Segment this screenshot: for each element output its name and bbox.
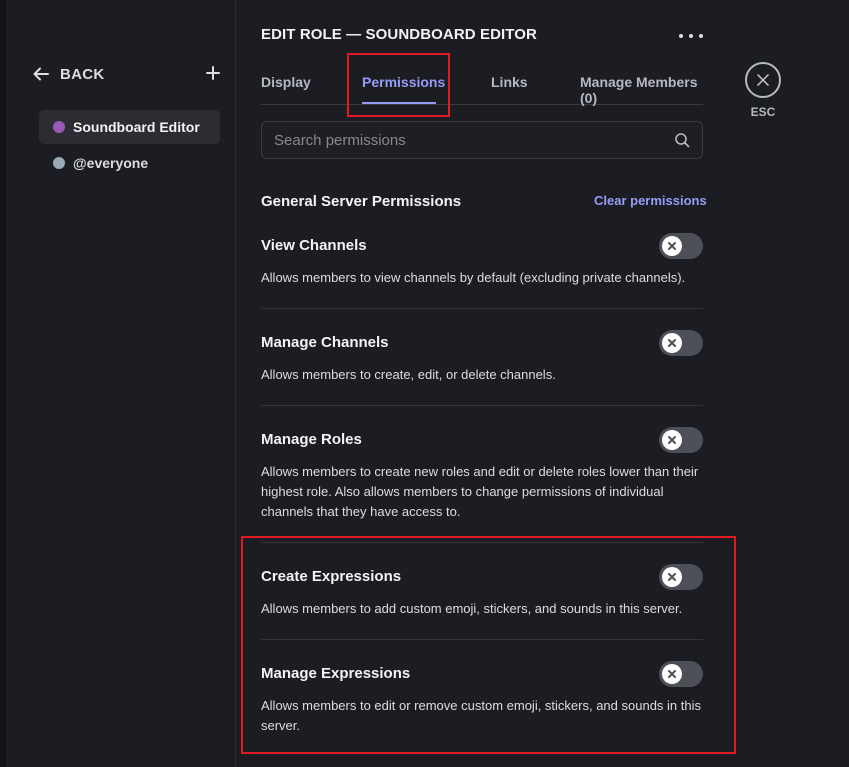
permission-name: Manage Expressions	[261, 665, 411, 682]
permission-name: Manage Roles	[261, 431, 362, 448]
toggle-knob	[662, 236, 682, 256]
search-icon[interactable]	[674, 132, 690, 148]
permission-toggle[interactable]	[659, 330, 703, 356]
toggle-knob	[662, 567, 682, 587]
role-color-dot	[53, 121, 65, 133]
x-icon	[668, 670, 676, 678]
clear-permissions-link[interactable]: Clear permissions	[594, 193, 707, 208]
arrow-left-icon	[33, 67, 49, 81]
role-label: Soundboard Editor	[73, 119, 200, 135]
plus-icon[interactable]	[204, 64, 222, 82]
toggle-knob	[662, 430, 682, 450]
role-item-soundboard-editor[interactable]: Soundboard Editor	[39, 110, 220, 144]
search-box	[261, 121, 703, 159]
permission-toggle[interactable]	[659, 427, 703, 453]
page-title: EDIT ROLE — SOUNDBOARD EDITOR	[261, 26, 537, 43]
permission-name: Manage Channels	[261, 334, 389, 351]
active-tab-indicator	[362, 102, 436, 104]
esc-label: ESC	[750, 105, 776, 119]
x-icon	[668, 242, 676, 250]
divider	[261, 639, 703, 640]
search-input[interactable]	[274, 122, 654, 158]
sidebar: BACK Soundboard Editor @everyone	[6, 0, 236, 767]
tab-permissions[interactable]: Permissions	[362, 74, 445, 90]
tab-links[interactable]: Links	[491, 74, 528, 90]
x-icon	[668, 573, 676, 581]
role-label: @everyone	[73, 155, 149, 171]
toggle-knob	[662, 664, 682, 684]
section-title: General Server Permissions	[261, 193, 462, 210]
x-icon	[668, 339, 676, 347]
close-icon	[757, 74, 769, 86]
x-icon	[668, 436, 676, 444]
tab-display[interactable]: Display	[261, 74, 311, 90]
toggle-knob	[662, 333, 682, 353]
main-panel: EDIT ROLE — SOUNDBOARD EDITOR Display Pe…	[237, 0, 849, 767]
permission-name: View Channels	[261, 237, 367, 254]
divider	[261, 308, 703, 309]
close-button[interactable]	[745, 62, 781, 98]
tab-manage-members[interactable]: Manage Members (0)	[580, 74, 703, 106]
divider	[261, 405, 703, 406]
role-item-everyone[interactable]: @everyone	[39, 146, 220, 180]
permission-toggle[interactable]	[659, 661, 703, 687]
permission-description: Allows members to add custom emoji, stic…	[261, 601, 683, 616]
divider	[261, 542, 703, 543]
permission-toggle[interactable]	[659, 564, 703, 590]
permission-description: Allows members to create new roles and e…	[261, 464, 699, 519]
tab-bar: Display Permissions Links Manage Members…	[261, 64, 703, 106]
permission-description: Allows members to view channels by defau…	[261, 270, 686, 285]
permission-name: Create Expressions	[261, 568, 402, 585]
permission-description: Allows members to create, edit, or delet…	[261, 367, 556, 382]
more-horizontal-icon[interactable]	[679, 28, 703, 44]
role-color-dot	[53, 157, 65, 169]
permission-toggle[interactable]	[659, 233, 703, 259]
permission-description: Allows members to edit or remove custom …	[261, 698, 702, 733]
back-label: BACK	[60, 65, 105, 83]
back-button[interactable]: BACK	[32, 62, 222, 86]
